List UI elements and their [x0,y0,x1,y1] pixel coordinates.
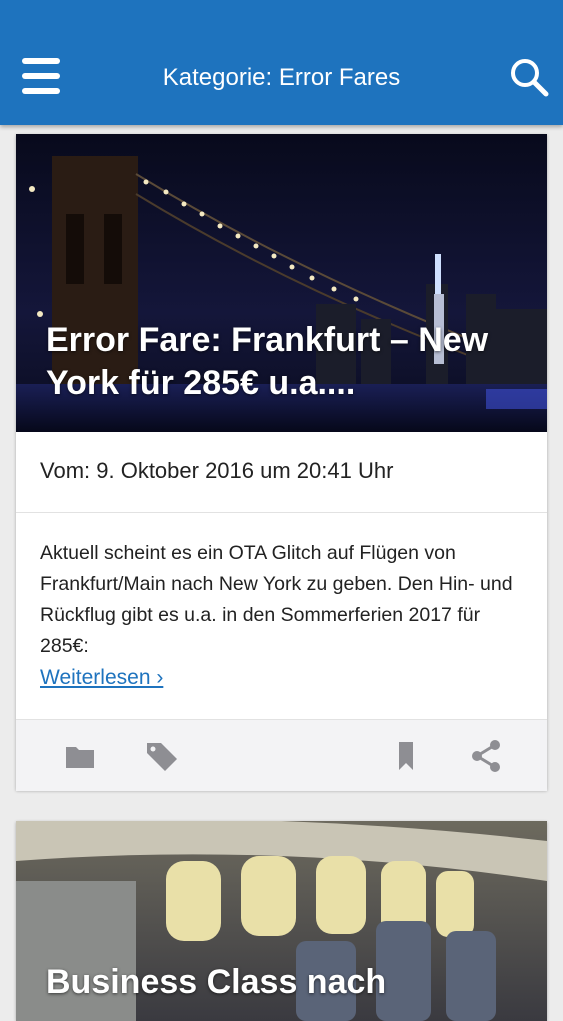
post-card[interactable]: Error Fare: Frankfurt – New York für 285… [16,134,547,791]
post-title[interactable]: Business Class nach [46,961,531,1004]
post-hero-image[interactable]: Error Fare: Frankfurt – New York für 285… [16,134,547,432]
folder-icon[interactable] [62,738,98,774]
search-icon[interactable] [508,56,550,98]
tag-icon[interactable] [144,738,180,774]
share-icon[interactable] [468,738,504,774]
page-title: Kategorie: Error Fares [162,64,401,91]
read-more-link[interactable]: Weiterlesen › [40,666,163,690]
bookmark-icon[interactable] [388,738,424,774]
post-actions-bar [16,719,547,791]
post-title[interactable]: Error Fare: Frankfurt – New York für 285… [46,319,531,405]
post-meta: Vom: 9. Oktober 2016 um 20:41 Uhr [16,432,547,513]
post-excerpt: Aktuell scheint es ein OTA Glitch auf Fl… [40,542,513,657]
post-card[interactable]: Business Class nach [16,821,547,1021]
app-bar: Kategorie: Error Fares [0,0,563,125]
post-hero-image[interactable]: Business Class nach [16,821,547,1021]
post-date: Vom: 9. Oktober 2016 um 20:41 Uhr [40,458,394,483]
